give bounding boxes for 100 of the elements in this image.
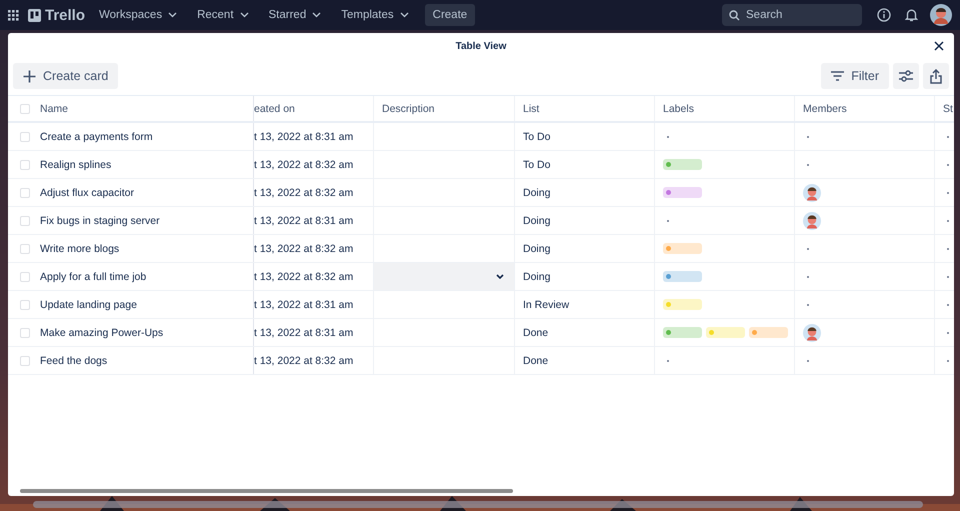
label-tag[interactable]: [663, 187, 702, 198]
card-name[interactable]: Create a payments form: [40, 130, 153, 142]
card-name[interactable]: Realign splines: [40, 158, 112, 170]
empty-marker: [807, 304, 809, 306]
search-field[interactable]: Search: [722, 4, 862, 26]
column-header[interactable]: Members: [803, 102, 847, 114]
column-header[interactable]: List: [523, 102, 540, 114]
logo-text[interactable]: Trello: [45, 6, 86, 24]
sliders-icon: [899, 70, 913, 82]
empty-marker: [947, 360, 949, 362]
column-header[interactable]: Labels: [663, 102, 694, 114]
filter-button[interactable]: Filter: [821, 63, 889, 89]
list-name: Done: [523, 326, 548, 338]
column-header[interactable]: eated on: [254, 102, 295, 114]
checkbox[interactable]: [20, 104, 30, 114]
search-icon: [729, 10, 740, 20]
checkbox[interactable]: [20, 132, 30, 142]
empty-marker: [807, 360, 809, 362]
created-date: t 13, 2022 at 8:31 am: [254, 214, 354, 226]
list-name: Doing: [523, 242, 550, 254]
plus-icon: [23, 70, 36, 82]
scrollbar[interactable]: [33, 501, 923, 508]
card-name[interactable]: Fix bugs in staging server: [40, 214, 160, 226]
card-name[interactable]: Update landing page: [40, 298, 137, 310]
apps-grid-icon[interactable]: [8, 10, 19, 20]
empty-marker: [667, 220, 669, 222]
created-date: t 13, 2022 at 8:32 am: [254, 186, 354, 198]
bell-icon[interactable]: [905, 8, 918, 22]
card-name[interactable]: Feed the dogs: [40, 354, 108, 366]
checkbox[interactable]: [20, 328, 30, 338]
created-date: t 13, 2022 at 8:32 am: [254, 158, 354, 170]
empty-marker: [947, 248, 949, 250]
empty-marker: [807, 276, 809, 278]
created-date: t 13, 2022 at 8:31 am: [254, 326, 354, 338]
empty-marker: [807, 248, 809, 250]
list-name: Doing: [523, 214, 550, 226]
avatar-icon[interactable]: [803, 324, 821, 342]
empty-marker: [947, 276, 949, 278]
scrollbar[interactable]: [20, 489, 513, 493]
empty-marker: [807, 164, 809, 166]
created-date: t 13, 2022 at 8:31 am: [254, 130, 354, 142]
checkbox[interactable]: [20, 244, 30, 254]
empty-marker: [667, 360, 669, 362]
checkbox[interactable]: [20, 272, 30, 282]
column-header[interactable]: Description: [382, 102, 435, 114]
empty-marker: [947, 136, 949, 138]
board-icon: [28, 8, 41, 22]
avatar-icon[interactable]: [803, 184, 821, 202]
label-tag[interactable]: [663, 243, 702, 254]
avatar-icon[interactable]: [803, 212, 821, 230]
list-name: Doing: [523, 186, 550, 198]
modal-title: Table View: [456, 41, 506, 52]
card-name[interactable]: Make amazing Power-Ups: [40, 326, 164, 338]
nav-menu[interactable]: Templates: [341, 9, 409, 21]
checkbox[interactable]: [20, 356, 30, 366]
list-name: To Do: [523, 158, 550, 170]
empty-marker: [947, 164, 949, 166]
label-tag[interactable]: [663, 327, 702, 338]
label-tag[interactable]: [749, 327, 788, 338]
label-tag[interactable]: [706, 327, 745, 338]
created-date: t 13, 2022 at 8:32 am: [254, 242, 354, 254]
empty-marker: [947, 192, 949, 194]
list-name: Done: [523, 354, 548, 366]
close-icon[interactable]: [934, 41, 944, 51]
share-button[interactable]: [923, 63, 949, 89]
card-name[interactable]: Apply for a full time job: [40, 270, 146, 282]
share-icon: [930, 68, 942, 84]
description-cell[interactable]: [373, 263, 514, 290]
checkbox[interactable]: [20, 300, 30, 310]
chevron-down-icon[interactable]: [496, 274, 504, 279]
card-name[interactable]: Write more blogs: [40, 242, 120, 254]
empty-marker: [947, 332, 949, 334]
avatar-icon[interactable]: [930, 4, 952, 26]
create-button[interactable]: Create: [424, 4, 476, 26]
create-card-button[interactable]: Create card: [13, 63, 118, 89]
created-date: t 13, 2022 at 8:32 am: [254, 354, 354, 366]
settings-button[interactable]: [893, 63, 919, 89]
column-header[interactable]: Name: [40, 102, 68, 114]
label-tag[interactable]: [663, 271, 702, 282]
label-tag[interactable]: [663, 299, 702, 310]
list-name: To Do: [523, 130, 550, 142]
filter-icon: [831, 71, 844, 81]
checkbox[interactable]: [20, 160, 30, 170]
column-header[interactable]: St: [943, 102, 953, 114]
info-icon[interactable]: [877, 8, 891, 22]
empty-marker: [667, 136, 669, 138]
empty-marker: [807, 136, 809, 138]
empty-marker: [947, 220, 949, 222]
nav-menu[interactable]: Workspaces: [99, 9, 178, 21]
created-date: t 13, 2022 at 8:32 am: [254, 270, 354, 282]
nav-menu[interactable]: Recent: [197, 9, 249, 21]
card-name[interactable]: Adjust flux capacitor: [40, 186, 134, 198]
label-tag[interactable]: [663, 159, 702, 170]
checkbox[interactable]: [20, 188, 30, 198]
list-name: In Review: [523, 298, 570, 310]
empty-marker: [947, 304, 949, 306]
nav-menu[interactable]: Starred: [268, 9, 322, 21]
list-name: Doing: [523, 270, 550, 282]
created-date: t 13, 2022 at 8:31 am: [254, 298, 354, 310]
checkbox[interactable]: [20, 216, 30, 226]
